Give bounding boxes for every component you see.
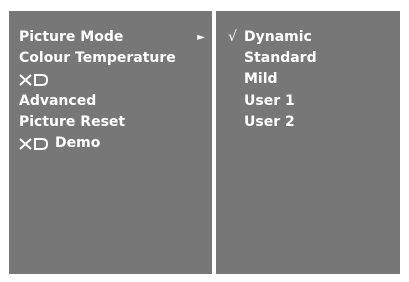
xd-logo-icon [19,137,49,151]
menu-item-colour-temperature[interactable]: Colour Temperature [19,48,209,69]
menu-item-advanced[interactable]: Advanced [19,91,209,112]
menu-item-xd-demo[interactable]: Demo [19,133,209,154]
submenu-arrow-icon: ► [197,32,205,43]
main-menu-panel: Picture Mode ► Colour Temperature Advanc… [9,11,212,274]
checkmark-icon: √ [228,29,237,45]
option-standard[interactable]: Standard [230,48,390,69]
menu-item-label: Colour Temperature [19,50,176,66]
menu-item-picture-mode[interactable]: Picture Mode ► [19,27,209,48]
option-label: Standard [244,50,317,66]
menu-item-label: Picture Reset [19,114,126,130]
menu-item-label: Advanced [19,93,97,109]
menu-item-xd[interactable] [19,69,209,90]
picture-mode-submenu-panel: √ Dynamic Standard Mild User 1 User 2 [216,11,400,274]
option-dynamic[interactable]: √ Dynamic [228,27,390,48]
xd-logo-icon [19,73,49,87]
menu-item-label: Picture Mode [19,29,124,45]
option-mild[interactable]: Mild [230,69,390,90]
menu-item-label: Demo [55,135,101,151]
menu-item-picture-reset[interactable]: Picture Reset [19,112,209,133]
option-user-2[interactable]: User 2 [230,112,390,133]
option-label: User 1 [244,93,295,109]
option-label: Mild [244,71,278,87]
option-label: User 2 [244,114,295,130]
option-label: Dynamic [244,29,312,45]
option-user-1[interactable]: User 1 [230,91,390,112]
